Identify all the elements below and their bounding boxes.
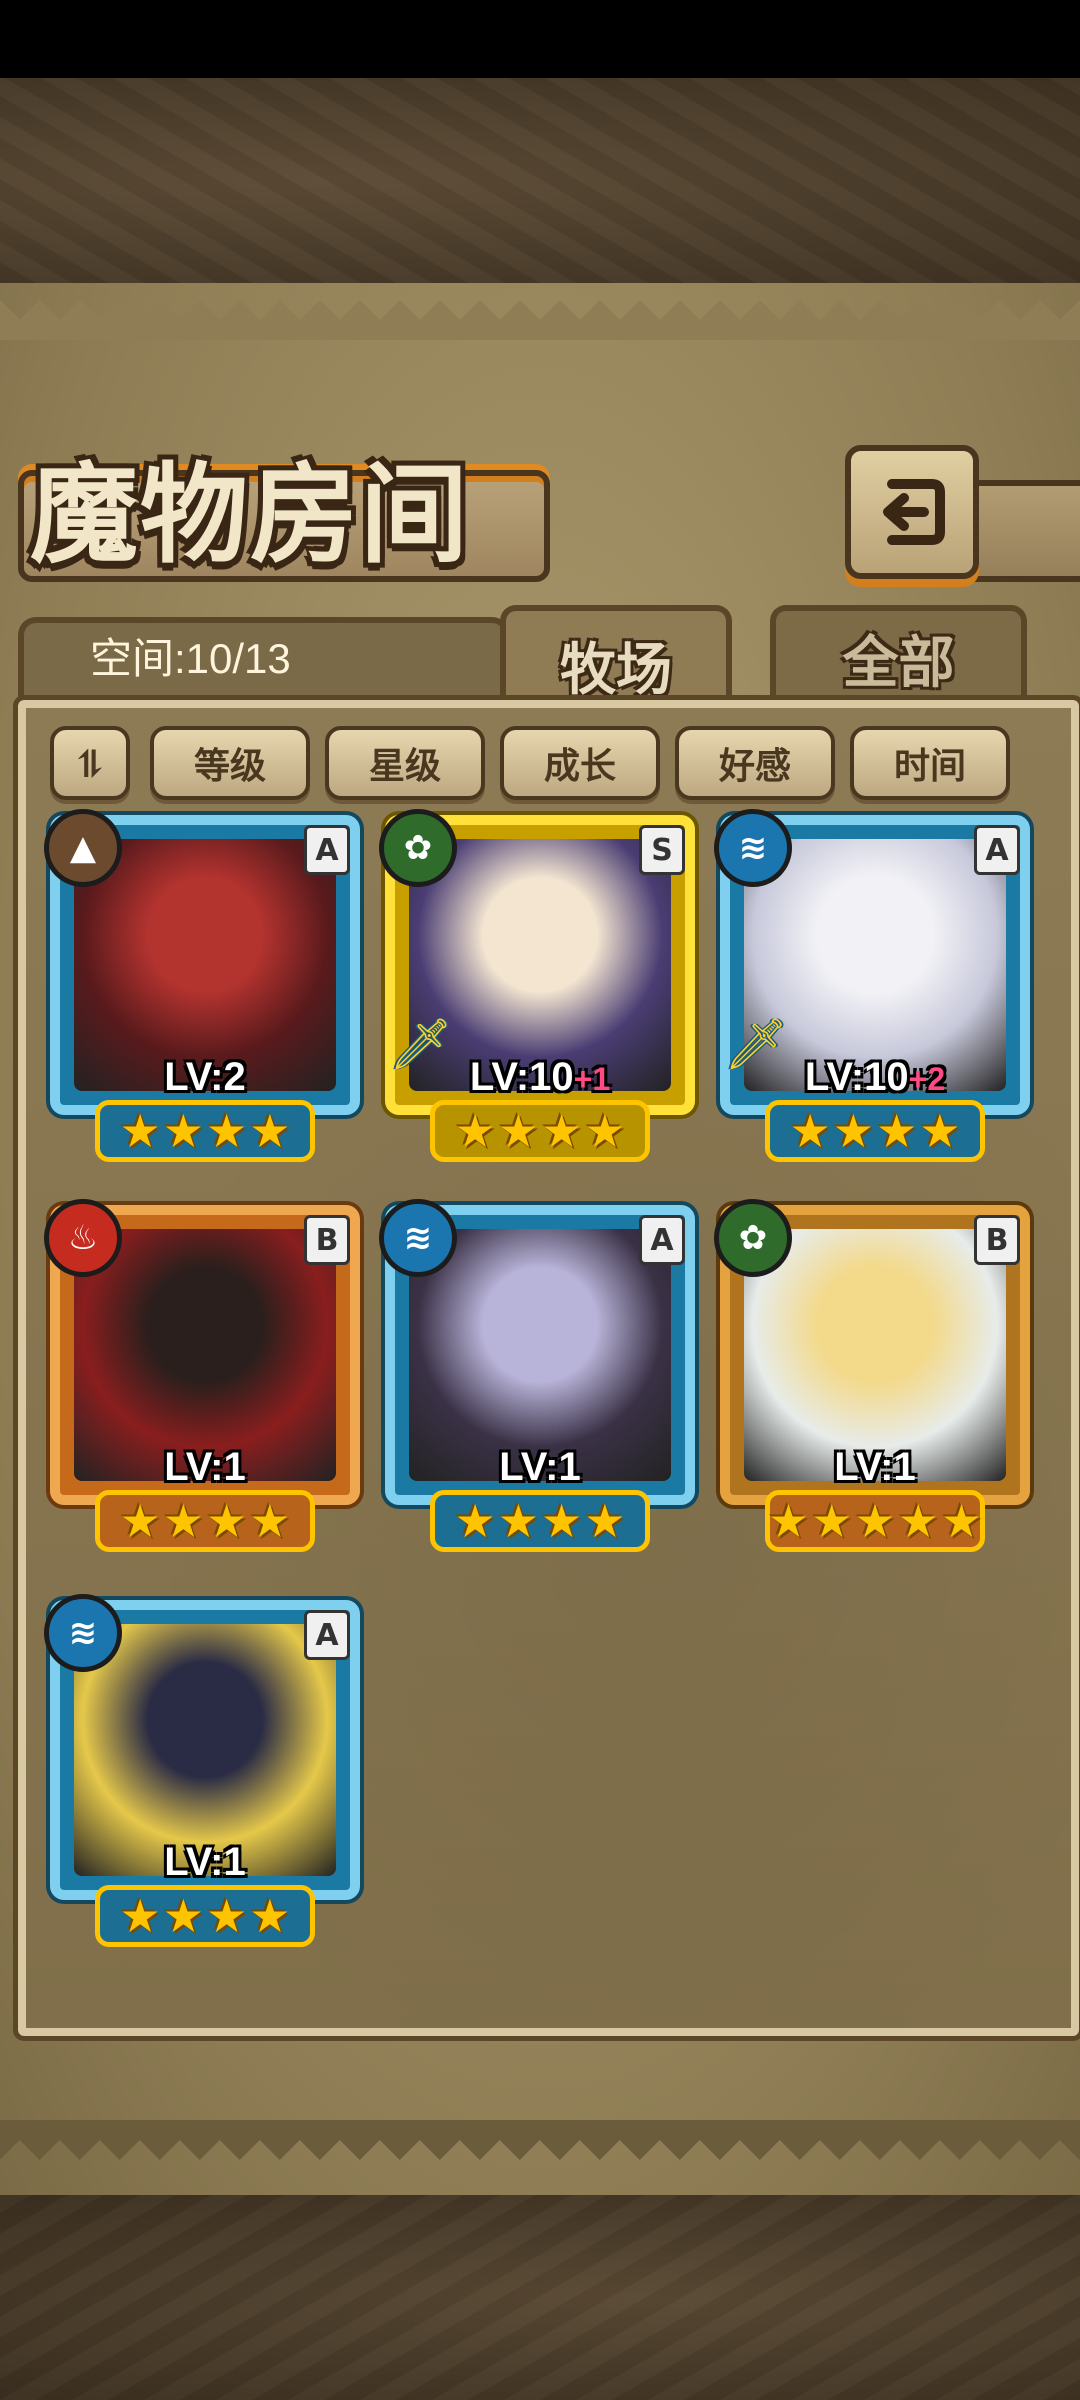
sort-order-icon: ⥮ [74, 740, 106, 786]
monster-portrait [74, 839, 336, 1091]
parchment-torn-edge-bottom [0, 2110, 1080, 2160]
element-water-icon: ≋ [714, 809, 792, 887]
level-label: LV:1 [834, 1445, 916, 1489]
level-label: LV:1 [499, 1445, 581, 1489]
element-wind-icon: ✿ [379, 809, 457, 887]
back-button[interactable] [845, 445, 979, 579]
star-icon: ★ [206, 1889, 248, 1943]
element-earth-icon: ▲ [44, 809, 122, 887]
level-label: LV:10+2 [804, 1055, 946, 1099]
rank-badge: A [304, 825, 350, 875]
star-rating: ★ ★ ★ ★ [95, 1490, 315, 1552]
star-icon: ★ [541, 1104, 583, 1158]
sort-level-button[interactable]: 等级 [150, 726, 310, 800]
level-label: LV:1 [164, 1445, 246, 1489]
monster-portrait [744, 1229, 1006, 1481]
level-bonus: +2 [908, 1061, 946, 1097]
map-background-top [0, 78, 1080, 283]
star-icon: ★ [767, 1494, 810, 1548]
monster-card[interactable]: ✿ B LV:1 ★ ★ ★ ★ ★ [714, 1199, 1030, 1552]
level-label: LV:2 [164, 1055, 246, 1099]
sort-affection-button[interactable]: 好感 [675, 726, 835, 800]
tab-all[interactable]: 全部 [770, 605, 1027, 706]
star-icon: ★ [584, 1494, 626, 1548]
rank-badge: S [639, 825, 685, 875]
monster-portrait [409, 1229, 671, 1481]
rank-badge: A [304, 1610, 350, 1660]
monster-card[interactable]: ✿ S 🗡 LV:10+1 ★ ★ ★ ★ [379, 809, 695, 1162]
monster-card[interactable]: ≋ A LV:1 ★ ★ ★ ★ [44, 1594, 360, 1947]
star-icon: ★ [206, 1494, 248, 1548]
sort-time-button[interactable]: 时间 [850, 726, 1010, 800]
star-rating: ★ ★ ★ ★ [430, 1100, 650, 1162]
monster-card[interactable]: ≋ A LV:1 ★ ★ ★ ★ [379, 1199, 695, 1552]
star-icon: ★ [162, 1494, 204, 1548]
star-icon: ★ [876, 1104, 918, 1158]
rank-badge: B [304, 1215, 350, 1265]
element-wind-icon: ✿ [714, 1199, 792, 1277]
star-rating: ★ ★ ★ ★ [430, 1490, 650, 1552]
star-icon: ★ [249, 1889, 291, 1943]
status-bar [0, 0, 1080, 78]
star-icon: ★ [119, 1889, 161, 1943]
star-icon: ★ [940, 1494, 983, 1548]
star-icon: ★ [832, 1104, 874, 1158]
monster-card[interactable]: ≋ A 🗡 LV:10+2 ★ ★ ★ ★ [714, 809, 1030, 1162]
star-icon: ★ [541, 1494, 583, 1548]
rank-badge: A [639, 1215, 685, 1265]
star-icon: ★ [789, 1104, 831, 1158]
star-icon: ★ [119, 1494, 161, 1548]
element-water-icon: ≋ [44, 1594, 122, 1672]
level-label: LV:1 [164, 1840, 246, 1884]
star-icon: ★ [897, 1494, 939, 1548]
map-background-bottom [0, 2195, 1080, 2400]
star-icon: ★ [249, 1104, 291, 1158]
monster-card[interactable]: ♨ B LV:1 ★ ★ ★ ★ [44, 1199, 360, 1552]
star-icon: ★ [854, 1494, 896, 1548]
element-fire-icon: ♨ [44, 1199, 122, 1277]
star-icon: ★ [454, 1104, 496, 1158]
space-capacity-label: 空间:10/13 [90, 635, 291, 682]
star-icon: ★ [249, 1494, 291, 1548]
star-icon: ★ [811, 1494, 853, 1548]
sort-star-button[interactable]: 星级 [325, 726, 485, 800]
parchment-torn-edge-top [0, 300, 1080, 350]
star-icon: ★ [454, 1494, 496, 1548]
star-icon: ★ [919, 1104, 961, 1158]
star-icon: ★ [119, 1104, 161, 1158]
level-bonus: +1 [573, 1061, 611, 1097]
star-icon: ★ [162, 1889, 204, 1943]
monster-portrait [74, 1229, 336, 1481]
star-rating: ★ ★ ★ ★ [95, 1885, 315, 1947]
level-label: LV:10+1 [469, 1055, 611, 1099]
monster-card[interactable]: ▲ A LV:2 ★ ★ ★ ★ [44, 809, 360, 1162]
star-rating: ★ ★ ★ ★ [95, 1100, 315, 1162]
star-icon: ★ [584, 1104, 626, 1158]
page-title: 魔物房间 [30, 452, 471, 578]
rank-badge: A [974, 825, 1020, 875]
star-icon: ★ [206, 1104, 248, 1158]
rank-badge: B [974, 1215, 1020, 1265]
star-icon: ★ [497, 1104, 539, 1158]
star-rating: ★ ★ ★ ★ ★ [765, 1490, 985, 1552]
sort-growth-button[interactable]: 成长 [500, 726, 660, 800]
sort-order-button[interactable]: ⥮ [50, 726, 130, 800]
star-icon: ★ [497, 1494, 539, 1548]
monster-portrait [74, 1624, 336, 1876]
star-icon: ★ [162, 1104, 204, 1158]
element-water-icon: ≋ [379, 1199, 457, 1277]
star-rating: ★ ★ ★ ★ [765, 1100, 985, 1162]
return-arrow-icon [883, 479, 945, 545]
